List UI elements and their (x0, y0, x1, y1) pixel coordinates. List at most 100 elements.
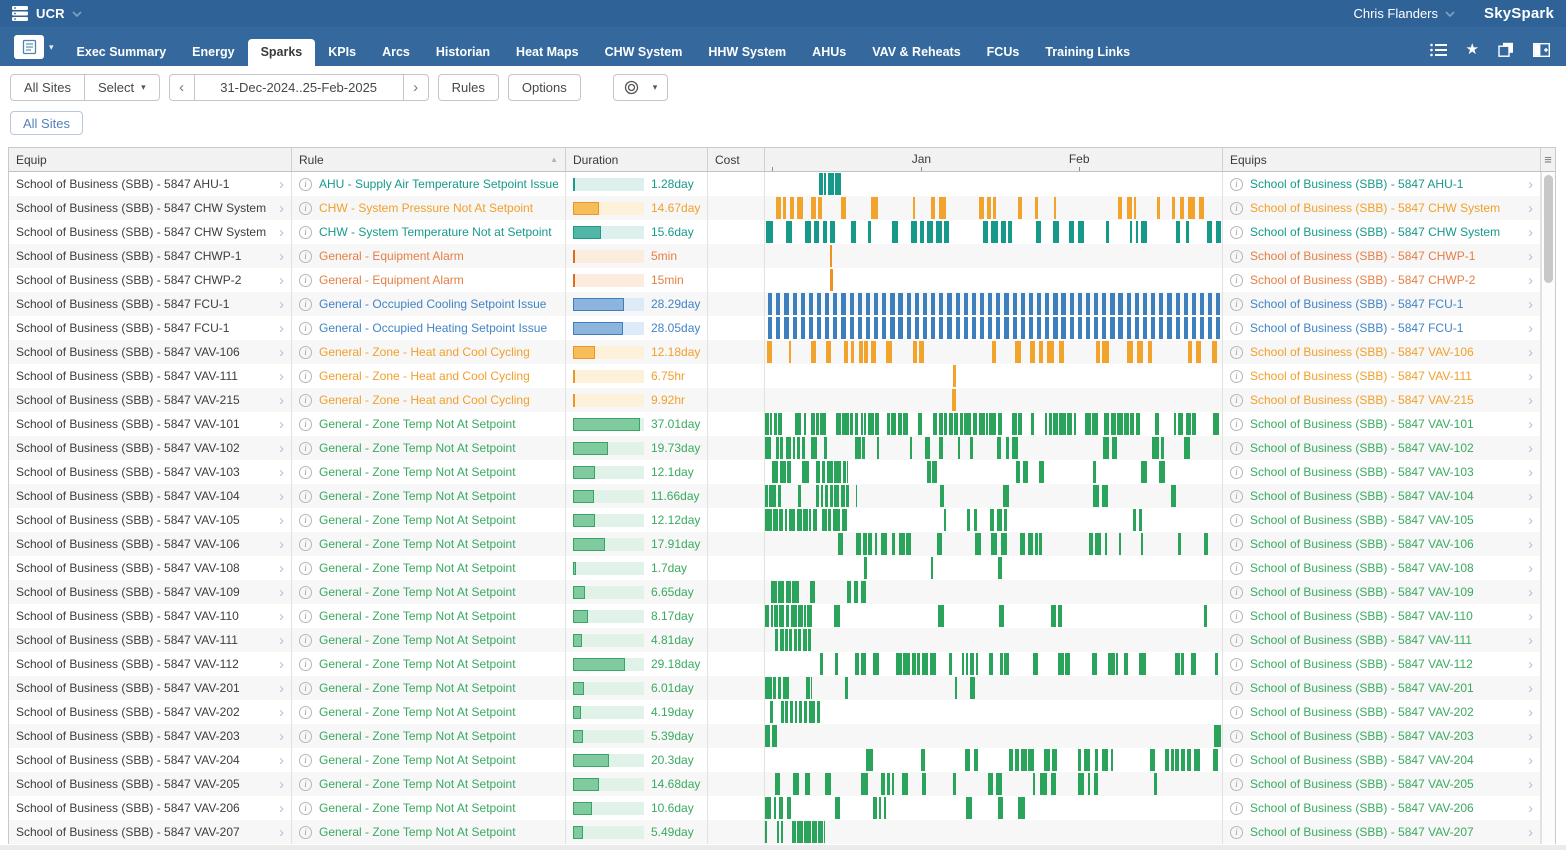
equips-cell[interactable]: i School of Business (SBB) - 5847 VAV-20… (1223, 676, 1541, 700)
sparkline-cell[interactable] (765, 244, 1223, 268)
chevron-right-icon[interactable]: › (275, 825, 284, 840)
info-icon[interactable]: i (299, 226, 312, 239)
rule-cell[interactable]: i General - Occupied Heating Setpoint Is… (292, 316, 566, 340)
tab-ahus[interactable]: AHUs (799, 39, 859, 66)
sparkline-cell[interactable] (765, 724, 1223, 748)
chevron-right-icon[interactable]: › (275, 729, 284, 744)
header-duration[interactable]: Duration (566, 148, 708, 171)
table-row[interactable]: School of Business (SBB) - 5847 VAV-108 … (9, 556, 1555, 580)
equips-cell[interactable]: i School of Business (SBB) - 5847 CHW Sy… (1223, 196, 1541, 220)
chevron-right-icon[interactable]: › (275, 489, 284, 504)
tab-sparks[interactable]: Sparks (248, 39, 316, 66)
sparkline-cell[interactable] (765, 460, 1223, 484)
info-icon[interactable]: i (1230, 418, 1243, 431)
info-icon[interactable]: i (299, 514, 312, 527)
info-icon[interactable]: i (299, 322, 312, 335)
tab-energy[interactable]: Energy (179, 39, 247, 66)
nav-list-icon[interactable] (1430, 43, 1447, 57)
equip-cell[interactable]: School of Business (SBB) - 5847 CHW Syst… (9, 220, 292, 244)
equips-cell[interactable]: i School of Business (SBB) - 5847 FCU-1 … (1223, 316, 1541, 340)
chevron-right-icon[interactable]: › (1524, 705, 1533, 720)
sparkline-cell[interactable] (765, 196, 1223, 220)
info-icon[interactable]: i (1230, 682, 1243, 695)
chevron-right-icon[interactable]: › (275, 225, 284, 240)
info-icon[interactable]: i (299, 370, 312, 383)
equips-cell[interactable]: i School of Business (SBB) - 5847 VAV-10… (1223, 340, 1541, 364)
tab-arcs[interactable]: Arcs (369, 39, 423, 66)
rule-cell[interactable]: i General - Zone - Heat and Cool Cycling (292, 388, 566, 412)
equips-cell[interactable]: i School of Business (SBB) - 5847 CHW Sy… (1223, 220, 1541, 244)
equip-cell[interactable]: School of Business (SBB) - 5847 VAV-204 … (9, 748, 292, 772)
table-row[interactable]: School of Business (SBB) - 5847 VAV-104 … (9, 484, 1555, 508)
rule-cell[interactable]: i CHW - System Temperature Not at Setpoi… (292, 220, 566, 244)
info-icon[interactable]: i (299, 274, 312, 287)
info-icon[interactable]: i (299, 778, 312, 791)
info-icon[interactable]: i (299, 538, 312, 551)
chevron-right-icon[interactable]: › (275, 321, 284, 336)
chevron-right-icon[interactable]: › (275, 393, 284, 408)
table-row[interactable]: School of Business (SBB) - 5847 VAV-215 … (9, 388, 1555, 412)
equips-cell[interactable]: i School of Business (SBB) - 5847 VAV-20… (1223, 772, 1541, 796)
chevron-right-icon[interactable]: › (1524, 489, 1533, 504)
chevron-right-icon[interactable]: › (275, 273, 284, 288)
info-icon[interactable]: i (299, 178, 312, 191)
chevron-right-icon[interactable]: › (1524, 537, 1533, 552)
chevron-right-icon[interactable]: › (1524, 657, 1533, 672)
equip-cell[interactable]: School of Business (SBB) - 5847 VAV-202 … (9, 700, 292, 724)
info-icon[interactable]: i (299, 730, 312, 743)
sparkline-cell[interactable] (765, 388, 1223, 412)
equip-cell[interactable]: School of Business (SBB) - 5847 VAV-215 … (9, 388, 292, 412)
info-icon[interactable]: i (1230, 370, 1243, 383)
table-row[interactable]: School of Business (SBB) - 5847 VAV-201 … (9, 676, 1555, 700)
info-icon[interactable]: i (299, 706, 312, 719)
info-icon[interactable]: i (1230, 178, 1243, 191)
rule-cell[interactable]: i General - Occupied Cooling Setpoint Is… (292, 292, 566, 316)
all-sites-button[interactable]: All Sites (10, 74, 85, 101)
equips-cell[interactable]: i School of Business (SBB) - 5847 VAV-20… (1223, 700, 1541, 724)
equips-cell[interactable]: i School of Business (SBB) - 5847 VAV-20… (1223, 820, 1541, 844)
chevron-right-icon[interactable]: › (1524, 465, 1533, 480)
tab-historian[interactable]: Historian (423, 39, 503, 66)
equips-cell[interactable]: i School of Business (SBB) - 5847 VAV-20… (1223, 724, 1541, 748)
chevron-right-icon[interactable]: › (1524, 321, 1533, 336)
chevron-right-icon[interactable]: › (275, 345, 284, 360)
chevron-right-icon[interactable]: › (1524, 561, 1533, 576)
tab-training-links[interactable]: Training Links (1032, 39, 1143, 66)
project-name[interactable]: UCR (36, 6, 65, 21)
equips-cell[interactable]: i School of Business (SBB) - 5847 VAV-20… (1223, 748, 1541, 772)
info-icon[interactable]: i (1230, 658, 1243, 671)
chevron-right-icon[interactable]: › (275, 633, 284, 648)
sparkline-cell[interactable] (765, 796, 1223, 820)
info-icon[interactable]: i (299, 202, 312, 215)
equip-cell[interactable]: School of Business (SBB) - 5847 VAV-103 … (9, 460, 292, 484)
rule-cell[interactable]: i General - Zone Temp Not At Setpoint (292, 484, 566, 508)
column-menu-icon[interactable]: ≡ (1541, 148, 1555, 171)
equip-cell[interactable]: School of Business (SBB) - 5847 CHWP-2 › (9, 268, 292, 292)
table-row[interactable]: School of Business (SBB) - 5847 VAV-105 … (9, 508, 1555, 532)
info-icon[interactable]: i (299, 250, 312, 263)
sparkline-cell[interactable] (765, 604, 1223, 628)
chevron-right-icon[interactable]: › (275, 537, 284, 552)
info-icon[interactable]: i (1230, 322, 1243, 335)
rule-cell[interactable]: i General - Zone Temp Not At Setpoint (292, 436, 566, 460)
sparkline-cell[interactable] (765, 820, 1223, 844)
info-icon[interactable]: i (1230, 514, 1243, 527)
info-icon[interactable]: i (1230, 490, 1243, 503)
side-panel-icon[interactable] (1533, 43, 1550, 57)
equip-cell[interactable]: School of Business (SBB) - 5847 VAV-207 … (9, 820, 292, 844)
sparkline-cell[interactable] (765, 556, 1223, 580)
chevron-right-icon[interactable]: › (275, 657, 284, 672)
table-row[interactable]: School of Business (SBB) - 5847 VAV-106 … (9, 340, 1555, 364)
equip-cell[interactable]: School of Business (SBB) - 5847 FCU-1 › (9, 316, 292, 340)
sparkline-cell[interactable] (765, 508, 1223, 532)
rule-cell[interactable]: i General - Zone Temp Not At Setpoint (292, 580, 566, 604)
table-row[interactable]: School of Business (SBB) - 5847 VAV-111 … (9, 628, 1555, 652)
info-icon[interactable]: i (299, 466, 312, 479)
sparkline-cell[interactable] (765, 268, 1223, 292)
info-icon[interactable]: i (299, 586, 312, 599)
chevron-right-icon[interactable]: › (1524, 297, 1533, 312)
view-selector-button[interactable] (14, 35, 44, 59)
chevron-right-icon[interactable]: › (1524, 345, 1533, 360)
chevron-right-icon[interactable]: › (1524, 369, 1533, 384)
chevron-right-icon[interactable]: › (275, 753, 284, 768)
